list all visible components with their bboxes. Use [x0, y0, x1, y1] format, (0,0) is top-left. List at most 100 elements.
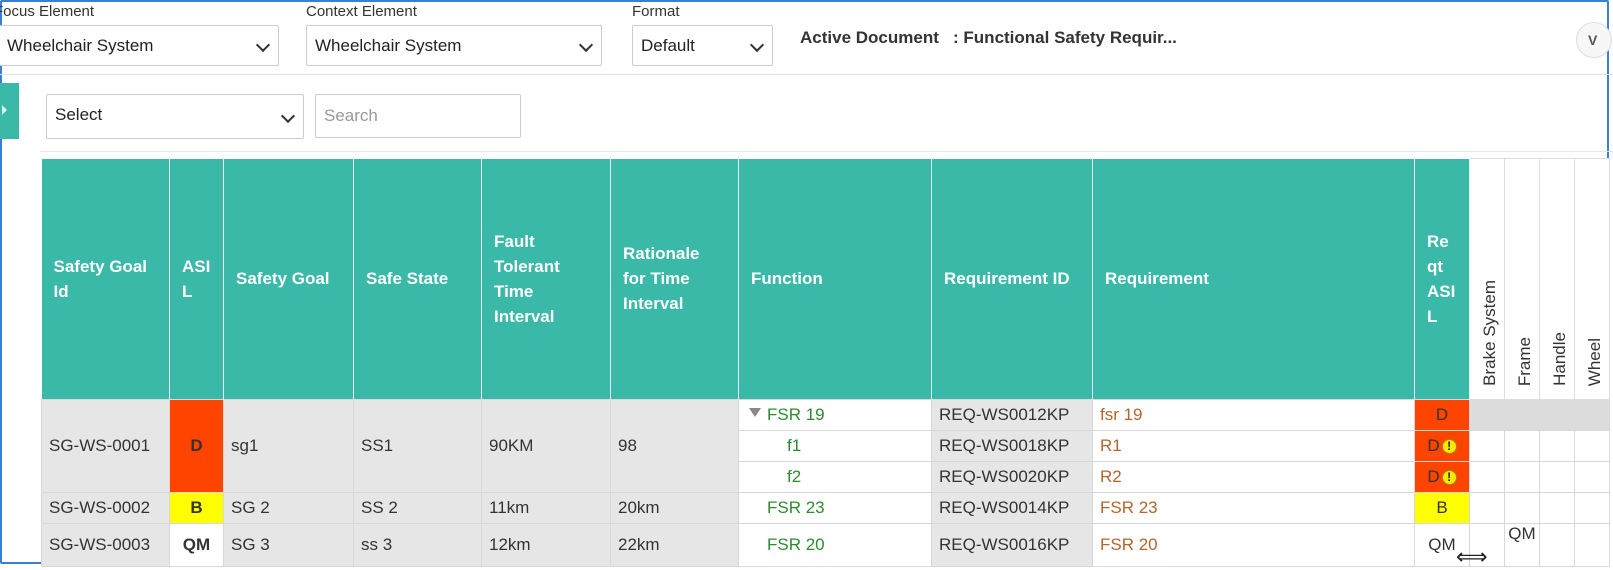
cell-brake-system[interactable]: [1469, 430, 1505, 462]
cell-requirement-id: REQ-WS0018KP: [931, 430, 1093, 462]
side-panel-toggle[interactable]: [0, 83, 19, 139]
header-brake-system-label: Brake System: [1480, 280, 1499, 386]
search-input[interactable]: [315, 94, 521, 138]
cell-frame[interactable]: QM: [1504, 523, 1540, 567]
cell-requirement: R2: [1092, 461, 1415, 493]
header-function[interactable]: Function: [738, 158, 932, 400]
cell-safety-goal: sg1: [223, 399, 354, 493]
cell-requirement: FSR 23: [1092, 492, 1415, 524]
cell-safety-goal-id: SG-WS-0002: [41, 492, 170, 524]
cell-wheel[interactable]: [1574, 523, 1610, 567]
column-select-value: Select: [55, 105, 103, 124]
header-wheel[interactable]: Wheel: [1574, 158, 1610, 400]
cell-frame[interactable]: [1504, 430, 1540, 462]
context-element-label: Context Element: [306, 3, 417, 20]
corner-button-text: V: [1588, 32, 1598, 48]
focus-element-dropdown[interactable]: Wheelchair System: [0, 25, 279, 66]
format-dropdown[interactable]: Default: [632, 25, 773, 66]
cell-rationale: 22km: [610, 523, 739, 567]
context-element-value: Wheelchair System: [315, 36, 462, 55]
cell-frame[interactable]: [1504, 461, 1540, 493]
focus-element-value: Wheelchair System: [7, 36, 154, 55]
function-label: FSR 19: [767, 405, 825, 424]
header-handle-label: Handle: [1550, 332, 1569, 386]
table-header-row: Safety Goal Id ASIL Safety Goal Safe Sta…: [41, 158, 1610, 400]
context-element-dropdown[interactable]: Wheelchair System: [306, 25, 602, 66]
cell-safety-goal-id: SG-WS-0001: [41, 399, 170, 493]
column-select-dropdown[interactable]: Select: [46, 94, 304, 139]
cell-safe-state: SS1: [353, 399, 482, 493]
filter-bar: Focus Element Wheelchair System Context …: [0, 0, 1613, 75]
table-row[interactable]: SG-WS-0003 QM SG 3 ss 3 12km 22km FSR 20…: [41, 523, 1610, 567]
format-value: Default: [641, 36, 695, 55]
cell-requirement: R1: [1092, 430, 1415, 462]
cell-frame[interactable]: [1504, 492, 1540, 524]
header-reqt-asil[interactable]: Reqt ASIL: [1414, 158, 1470, 400]
chevron-down-icon: [255, 37, 271, 53]
cell-wheel[interactable]: [1574, 430, 1610, 462]
header-wheel-label: Wheel: [1585, 337, 1604, 386]
cell-reqt-asil: D!: [1414, 461, 1470, 493]
cell-requirement-id: REQ-WS0016KP: [931, 523, 1093, 567]
focus-element-label: Focus Element: [0, 3, 95, 20]
header-requirement-id[interactable]: Requirement ID: [931, 158, 1093, 400]
cell-requirement: FSR 20: [1092, 523, 1415, 567]
cell-asil: D: [169, 399, 224, 493]
cell-reqt-asil: B: [1414, 492, 1470, 524]
cell-brake-system[interactable]: [1469, 492, 1505, 524]
cell-wheel[interactable]: [1574, 461, 1610, 493]
header-safe-state[interactable]: Safe State: [353, 158, 482, 400]
header-requirement[interactable]: Requirement: [1092, 158, 1415, 400]
cell-ftti: 12km: [481, 523, 611, 567]
format-label: Format: [632, 3, 680, 20]
table-row[interactable]: SG-WS-0002 B SG 2 SS 2 11km 20km FSR 23 …: [41, 492, 1610, 524]
cell-safe-state: ss 3: [353, 523, 482, 567]
cell-requirement-id: REQ-WS0014KP: [931, 492, 1093, 524]
collapse-triangle-icon[interactable]: [749, 408, 761, 418]
header-safety-goal-id[interactable]: Safety Goal Id: [41, 158, 170, 400]
cell-handle[interactable]: [1539, 430, 1575, 462]
header-rationale[interactable]: Rationale for Time Interval: [610, 158, 739, 400]
cell-requirement-id: REQ-WS0012KP: [931, 399, 1093, 431]
cell-function: f1: [738, 430, 932, 462]
header-frame-label: Frame: [1515, 336, 1534, 386]
header-handle[interactable]: Handle: [1539, 158, 1575, 400]
divider: [40, 151, 1613, 152]
cell-safety-goal: SG 3: [223, 523, 354, 567]
header-safety-goal[interactable]: Safety Goal: [223, 158, 354, 400]
cell-handle[interactable]: [1539, 523, 1575, 567]
cell-rationale: 98: [610, 399, 739, 493]
active-document: Active Document : Functional Safety Requ…: [800, 28, 1177, 47]
warning-icon[interactable]: !: [1441, 470, 1457, 486]
table-row[interactable]: SG-WS-0001 D sg1 SS1 90KM 98 FSR 19 REQ-…: [41, 399, 1610, 493]
chevron-down-icon: [749, 37, 765, 53]
cell-reqt-asil: D!: [1414, 430, 1470, 462]
warning-icon[interactable]: !: [1441, 439, 1457, 455]
header-ftti[interactable]: Fault Tolerant Time Interval: [481, 158, 611, 400]
header-frame[interactable]: Frame: [1504, 158, 1540, 400]
cell-allocation-group: [1469, 399, 1610, 431]
header-asil[interactable]: ASIL: [169, 158, 224, 400]
cell-function: FSR 20: [738, 523, 932, 567]
cell-function: FSR 23: [738, 492, 932, 524]
expand-arrow-icon: [2, 105, 7, 115]
header-brake-system[interactable]: Brake System: [1469, 158, 1505, 400]
cell-brake-system[interactable]: [1469, 461, 1505, 493]
corner-circle-button[interactable]: V: [1576, 22, 1612, 58]
cell-asil: B: [169, 492, 224, 524]
cell-function[interactable]: FSR 19: [738, 399, 932, 431]
cell-requirement-id: REQ-WS0020KP: [931, 461, 1093, 493]
cell-safety-goal: SG 2: [223, 492, 354, 524]
cell-handle[interactable]: [1539, 492, 1575, 524]
cell-reqt-asil: D: [1414, 399, 1470, 431]
safety-requirements-table: Safety Goal Id ASIL Safety Goal Safe Sta…: [41, 158, 1610, 567]
resize-cursor-icon: ⟺: [1456, 544, 1488, 569]
cell-handle[interactable]: [1539, 461, 1575, 493]
reqt-asil-value: D: [1427, 436, 1440, 455]
cell-rationale: 20km: [610, 492, 739, 524]
cell-safe-state: SS 2: [353, 492, 482, 524]
chevron-down-icon: [280, 108, 296, 124]
chevron-down-icon: [578, 37, 594, 53]
cell-ftti: 11km: [481, 492, 611, 524]
cell-wheel[interactable]: [1574, 492, 1610, 524]
